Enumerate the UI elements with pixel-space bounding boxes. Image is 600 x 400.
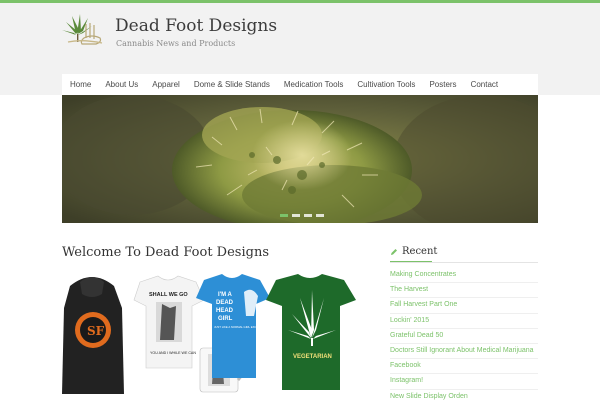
recent-post-link[interactable]: Doctors Still Ignorant About Medical Mar… [390,344,538,360]
recent-post-link[interactable]: Grateful Dead 50 [390,329,538,344]
recent-post-link[interactable]: Fall Harvest Part One [390,298,538,314]
pencil-icon [391,248,397,255]
hoodie-image: SF [62,277,124,394]
svg-text:DEAD: DEAD [216,300,234,306]
recent-widget-title: Recent [402,246,438,257]
svg-text:SHALL WE GO: SHALL WE GO [149,292,188,298]
svg-text:I'M A: I'M A [218,292,233,298]
slider-dot[interactable] [280,214,288,217]
svg-text:VEGETARIAN: VEGETARIAN [293,354,332,360]
svg-text:HEAD: HEAD [216,308,234,314]
nav-item-medication-tools[interactable]: Medication Tools [277,74,350,95]
divider [390,262,538,263]
svg-text:GIRL: GIRL [218,316,233,322]
recent-post-link[interactable]: Lockin' 2015 [390,314,538,329]
page-title: Welcome To Dead Foot Designs [62,245,269,260]
nav-item-contact[interactable]: Contact [464,74,506,95]
recent-post-link[interactable]: Making Concentrates [390,268,538,284]
slider-dot[interactable] [304,214,312,217]
apparel-products-image[interactable]: SF SHALL WE GO YOU AND I WHILE WE CAN I'… [62,268,358,394]
nav-item-dome-slide-stands[interactable]: Dome & Slide Stands [187,74,277,95]
recent-post-link[interactable]: Facebook [390,359,538,375]
svg-text:YOU AND I WHILE WE CAN: YOU AND I WHILE WE CAN [150,351,196,355]
site-tagline: Cannabis News and Products [116,39,236,48]
recent-post-link[interactable]: The Harvest [390,283,538,299]
nav-item-home[interactable]: Home [62,74,98,95]
hero-slider[interactable] [62,95,538,223]
nav-item-about-us[interactable]: About Us [98,74,145,95]
nav-item-posters[interactable]: Posters [422,74,463,95]
recent-post-link[interactable]: Instagram! [390,374,538,390]
cannabis-bud-photo [62,95,538,223]
site-title[interactable]: Dead Foot Designs [115,16,277,36]
slider-pagination [280,214,324,217]
svg-text:SF: SF [87,324,105,338]
cannabis-leaf-logo-icon[interactable] [62,14,106,48]
recent-posts-list: Making Concentrates The Harvest Fall Har… [390,268,538,400]
nav-item-cultivation-tools[interactable]: Cultivation Tools [350,74,422,95]
recent-widget-header: Recent [390,246,538,263]
recent-post-link[interactable]: New Slide Display Orden [390,390,538,400]
svg-text:JUST LIKE A NORMAL GIRL EXCEPT: JUST LIKE A NORMAL GIRL EXCEPT MUCH COOL… [214,325,284,329]
slider-dot[interactable] [316,214,324,217]
slider-dot[interactable] [292,214,300,217]
main-navigation: Home About Us Apparel Dome & Slide Stand… [62,74,538,95]
nav-item-apparel[interactable]: Apparel [145,74,187,95]
